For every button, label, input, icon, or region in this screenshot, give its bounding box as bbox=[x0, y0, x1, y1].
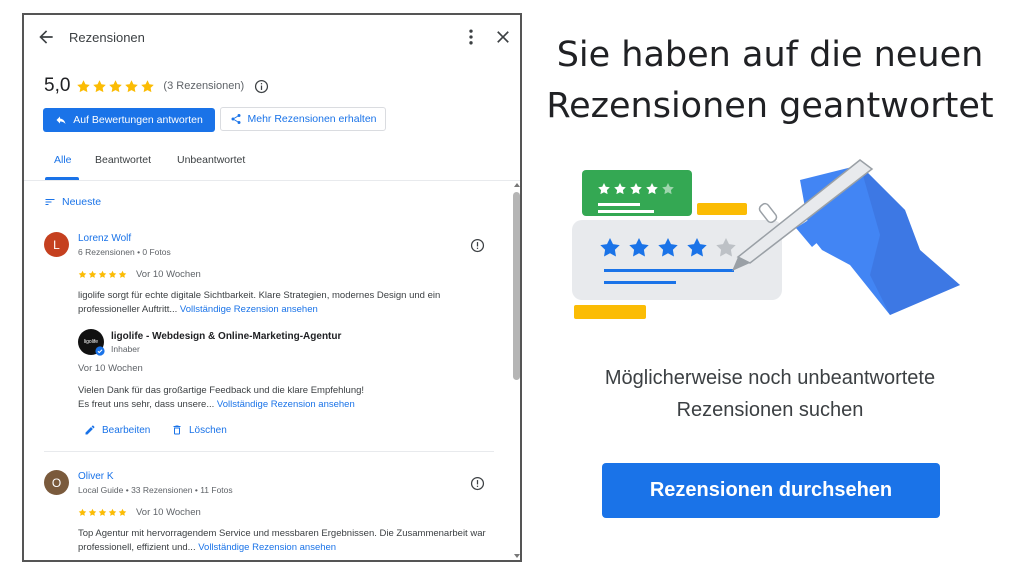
star-icon bbox=[88, 270, 97, 278]
sort-dropdown[interactable]: Neueste bbox=[44, 196, 101, 208]
panel-topbar: Rezensionen bbox=[24, 15, 520, 59]
star-icon bbox=[118, 508, 127, 516]
owner-role: Inhaber bbox=[111, 344, 140, 354]
promo-subtext: Möglicherweise noch unbeantwortete Rezen… bbox=[604, 367, 936, 421]
edit-icon bbox=[85, 425, 95, 435]
rating-score: 5,0 bbox=[44, 75, 71, 96]
delete-reply-button[interactable]: Löschen bbox=[171, 424, 227, 436]
more-vert-icon[interactable] bbox=[461, 27, 481, 47]
reviewer-name[interactable]: Oliver K bbox=[78, 471, 114, 482]
review-tabs: Alle Beantwortet Unbeantwortet bbox=[24, 148, 520, 181]
star-icon bbox=[77, 79, 91, 92]
panel-title: Rezensionen bbox=[69, 30, 145, 45]
star-icon bbox=[125, 79, 139, 92]
yellow-bar bbox=[697, 203, 747, 215]
flag-icon[interactable] bbox=[470, 476, 485, 491]
reviewer-meta: 6 Rezensionen • 0 Fotos bbox=[78, 247, 171, 257]
star-icon bbox=[141, 79, 155, 92]
get-more-reviews-button[interactable]: Mehr Rezensionen erhalten bbox=[220, 107, 386, 131]
tab-alle[interactable]: Alle bbox=[54, 154, 72, 166]
review-reply-illustration bbox=[572, 159, 960, 319]
reply-icon bbox=[56, 116, 66, 124]
close-icon[interactable] bbox=[493, 27, 513, 47]
review-cta-button[interactable]: Rezensionen durchsehen bbox=[602, 463, 940, 518]
review-date: Vor 10 Wochen bbox=[136, 507, 201, 518]
info-icon[interactable] bbox=[254, 79, 269, 94]
star-icon bbox=[108, 508, 117, 516]
reply-to-reviews-button[interactable]: Auf Bewertungen antworten bbox=[43, 108, 215, 132]
reviewer-name[interactable]: Lorenz Wolf bbox=[78, 233, 131, 244]
reviewer-meta: Local Guide • 33 Rezensionen • 11 Fotos bbox=[78, 485, 233, 495]
review-text-block: ligolife sorgt für echte digitale Sichtb… bbox=[78, 289, 498, 317]
star-icon bbox=[93, 79, 107, 92]
full-reply-link[interactable]: Vollständige Rezension ansehen bbox=[217, 399, 355, 410]
edit-reply-button[interactable]: Bearbeiten bbox=[84, 424, 150, 436]
reply-text-line2: Es freut uns sehr, dass unsere... bbox=[78, 399, 215, 410]
scroll-down-arrow-icon[interactable] bbox=[513, 552, 521, 560]
sort-label: Neueste bbox=[62, 196, 102, 208]
active-tab-indicator bbox=[45, 177, 79, 180]
star-icon bbox=[88, 508, 97, 516]
full-review-link[interactable]: Vollständige Rezension ansehen bbox=[180, 304, 318, 315]
review-text-block: Top Agentur mit hervorragendem Service u… bbox=[78, 527, 498, 555]
full-review-link[interactable]: Vollständige Rezension ansehen bbox=[198, 542, 336, 553]
review-date: Vor 10 Wochen bbox=[136, 269, 201, 280]
star-icon bbox=[98, 508, 107, 516]
tab-beantwortet[interactable]: Beantwortet bbox=[95, 154, 151, 166]
more-reviews-button-label: Mehr Rezensionen erhalten bbox=[247, 113, 377, 125]
reviewer-avatar[interactable]: O bbox=[44, 470, 69, 495]
reply-text-line1: Vielen Dank für das großartige Feedback … bbox=[78, 385, 365, 396]
reply-text-block: Vielen Dank für das großartige Feedback … bbox=[78, 384, 498, 412]
star-icon bbox=[78, 270, 87, 278]
star-icon bbox=[98, 270, 107, 278]
edit-label: Bearbeiten bbox=[102, 424, 151, 436]
reply-button-label: Auf Bewertungen antworten bbox=[73, 114, 203, 126]
star-icon bbox=[109, 79, 123, 92]
reviewer-avatar[interactable]: L bbox=[44, 232, 69, 257]
owner-name: ligolife - Webdesign & Online-Marketing-… bbox=[111, 331, 342, 342]
star-icon bbox=[78, 508, 87, 516]
star-icon bbox=[118, 270, 127, 278]
scrollbar-thumb[interactable] bbox=[513, 192, 520, 380]
review-stars bbox=[78, 508, 127, 517]
share-icon bbox=[231, 114, 240, 124]
review-stars bbox=[78, 270, 127, 279]
verified-icon bbox=[95, 346, 105, 356]
back-arrow-icon[interactable] bbox=[36, 27, 56, 47]
review-divider bbox=[44, 451, 494, 452]
rating-summary: 5,0 (3 Rezensionen) bbox=[44, 73, 269, 99]
yellow-bar-bottom bbox=[574, 305, 646, 319]
green-review-card bbox=[582, 170, 692, 216]
rating-stars bbox=[76, 79, 155, 94]
delete-icon bbox=[173, 425, 181, 435]
promo-heading: Sie haben auf die neuen Rezensionen gean… bbox=[546, 35, 994, 126]
scroll-up-arrow-icon[interactable] bbox=[513, 181, 521, 189]
star-icon bbox=[108, 270, 117, 278]
sort-icon bbox=[45, 199, 55, 205]
rating-count: (3 Rezensionen) bbox=[163, 80, 245, 92]
reply-date: Vor 10 Wochen bbox=[78, 363, 143, 374]
tab-unbeantwortet[interactable]: Unbeantwortet bbox=[177, 154, 245, 166]
flag-icon[interactable] bbox=[470, 238, 485, 253]
delete-label: Löschen bbox=[189, 424, 227, 436]
reviews-panel: Rezensionen 5,0 (3 Rezensionen) Auf Bewe… bbox=[22, 13, 522, 562]
